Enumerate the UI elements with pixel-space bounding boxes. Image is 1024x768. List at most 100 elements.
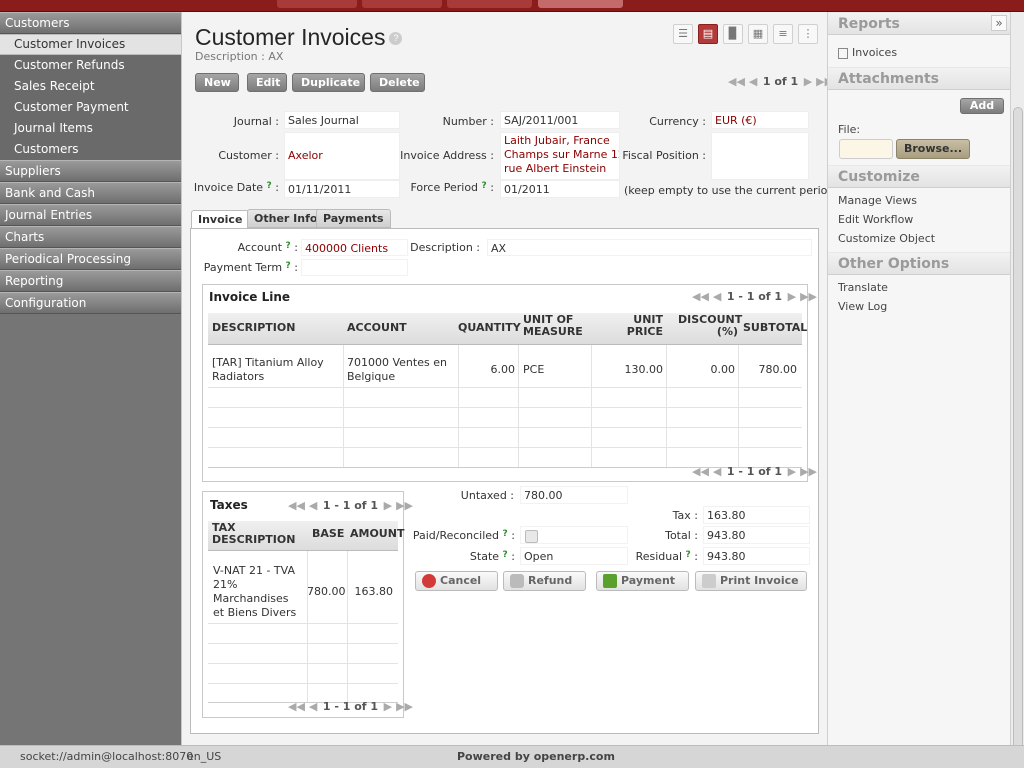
customize-object-link[interactable]: Customize Object [838,232,935,245]
sidebar-item-sales-receipt[interactable]: Sales Receipt [0,76,181,97]
diagram-view-icon[interactable]: ⋮ [798,24,818,44]
sidebar-section-charts[interactable]: Charts [0,226,181,248]
sidebar-item-journal-items[interactable]: Journal Items [0,118,181,139]
list-view-icon[interactable]: ☰ [673,24,693,44]
last-page-icon[interactable]: ▶▶ [396,700,413,713]
top-menu-tab[interactable] [447,0,532,8]
cell-uom: PCE [523,363,545,376]
first-page-icon[interactable]: ◀◀ [728,75,745,88]
sidebar-item-customers[interactable]: Customers [0,139,181,160]
print-invoice-button[interactable]: Print Invoice [695,571,807,591]
next-page-icon[interactable]: ▶ [384,499,392,512]
top-menu-tab[interactable] [277,0,357,8]
vertical-scrollbar[interactable] [1010,12,1024,762]
next-page-icon[interactable]: ▶ [384,700,392,713]
force-period-field[interactable]: 01/2011 [500,180,620,198]
number-field[interactable]: SAJ/2011/001 [500,111,620,129]
last-page-icon[interactable]: ▶▶ [800,465,817,478]
help-icon[interactable]: ? [267,181,272,191]
delete-button[interactable]: Delete [370,73,425,92]
col-account[interactable]: ACCOUNT [347,321,407,335]
sidebar-section-customers[interactable]: Customers [0,12,181,34]
file-input[interactable] [839,139,893,159]
sidebar-section-bank-and-cash[interactable]: Bank and Cash [0,182,181,204]
next-page-icon[interactable]: ▶ [788,290,796,303]
prev-page-icon[interactable]: ◀ [309,499,317,512]
sidebar-item-customer-invoices[interactable]: Customer Invoices [0,34,181,55]
last-page-icon[interactable]: ▶▶ [800,290,817,303]
fiscal-position-field[interactable] [711,132,809,180]
top-menu-tab[interactable] [362,0,442,8]
invoice-address-field[interactable]: Laith Jubair, France Champs sur Marne 12… [500,132,620,180]
next-page-icon[interactable]: ▶ [788,465,796,478]
untaxed-field: 780.00 [520,486,628,504]
sidebar-section-reporting[interactable]: Reporting [0,270,181,292]
sidebar-section-journal-entries[interactable]: Journal Entries [0,204,181,226]
edit-button[interactable]: Edit [247,73,287,92]
first-page-icon[interactable]: ◀◀ [692,465,709,478]
new-button[interactable]: New [195,73,239,92]
col-tax-description[interactable]: TAX DESCRIPTION [212,522,295,546]
report-invoices-link[interactable]: Invoices [838,46,897,59]
first-page-icon[interactable]: ◀◀ [288,700,305,713]
first-page-icon[interactable]: ◀◀ [288,499,305,512]
gantt-view-icon[interactable]: ≡ [773,24,793,44]
browse-button[interactable]: Browse... [896,139,970,159]
help-icon[interactable]: ? [482,181,487,191]
sidebar-item-customer-refunds[interactable]: Customer Refunds [0,55,181,76]
help-icon[interactable]: ? [686,550,691,560]
payment-term-field[interactable] [301,259,408,276]
col-base[interactable]: BASE [312,527,344,541]
manage-views-link[interactable]: Manage Views [838,194,917,207]
sidebar-section-periodical-processing[interactable]: Periodical Processing [0,248,181,270]
pager-text: 1 - 1 of 1 [726,465,783,478]
page-description: Description : AX [195,50,284,63]
next-page-icon[interactable]: ▶ [804,75,812,88]
help-icon[interactable]: ? [286,261,291,271]
payment-term-label: Payment Term ? : [192,261,298,274]
untaxed-label: Untaxed : [460,489,514,502]
taxes-grid: Taxes ◀◀ ◀ 1 - 1 of 1 ▶ ▶▶ TAX DESCRIPTION… [202,491,413,718]
graph-view-icon[interactable]: ▉ [723,24,743,44]
col-amount[interactable]: AMOUNT [350,527,404,541]
prev-page-icon[interactable]: ◀ [713,290,721,303]
help-icon[interactable]: ? [503,550,508,560]
tab-other-info[interactable]: Other Info [247,209,325,228]
duplicate-button[interactable]: Duplicate [292,73,365,92]
account-field[interactable]: 400000 Clients [301,239,408,256]
prev-page-icon[interactable]: ◀ [713,465,721,478]
refund-button[interactable]: Refund [503,571,586,591]
collapse-panel-icon[interactable]: » [991,15,1007,31]
form-view-icon[interactable]: ▤ [698,24,718,44]
powered-by-link[interactable]: Powered by openerp.com [457,750,615,763]
payment-button[interactable]: Payment [596,571,689,591]
tab-payments[interactable]: Payments [316,209,391,228]
sidebar-item-customer-payment[interactable]: Customer Payment [0,97,181,118]
calendar-view-icon[interactable]: ▦ [748,24,768,44]
col-unit-price[interactable]: UNIT PRICE [623,314,663,338]
cancel-button[interactable]: Cancel [415,571,498,591]
sidebar-section-configuration[interactable]: Configuration [0,292,181,314]
add-attachment-button[interactable]: Add [960,98,1004,114]
col-description[interactable]: DESCRIPTION [212,321,295,335]
col-discount[interactable]: DISCOUNT (%) [678,314,742,338]
first-page-icon[interactable]: ◀◀ [692,290,709,303]
tab-invoice[interactable]: Invoice [191,210,250,229]
translate-link[interactable]: Translate [838,281,888,294]
col-subtotal[interactable]: SUBTOTAL [743,321,807,335]
scrollbar-thumb[interactable] [1013,107,1023,762]
invoice-description-field[interactable]: AX [487,239,812,256]
col-uom[interactable]: UNIT OF MEASURE [523,314,583,338]
top-menu-tab-active[interactable] [538,0,623,8]
help-icon[interactable]: ? [389,32,403,46]
last-page-icon[interactable]: ▶▶ [396,499,413,512]
view-log-link[interactable]: View Log [838,300,887,313]
prev-page-icon[interactable]: ◀ [309,700,317,713]
prev-page-icon[interactable]: ◀ [749,75,757,88]
currency-field[interactable]: EUR (€) [711,111,809,129]
help-icon[interactable]: ? [286,241,291,251]
sidebar-section-suppliers[interactable]: Suppliers [0,160,181,182]
edit-workflow-link[interactable]: Edit Workflow [838,213,913,226]
col-quantity[interactable]: QUANTITY [458,321,521,335]
help-icon[interactable]: ? [503,529,508,539]
